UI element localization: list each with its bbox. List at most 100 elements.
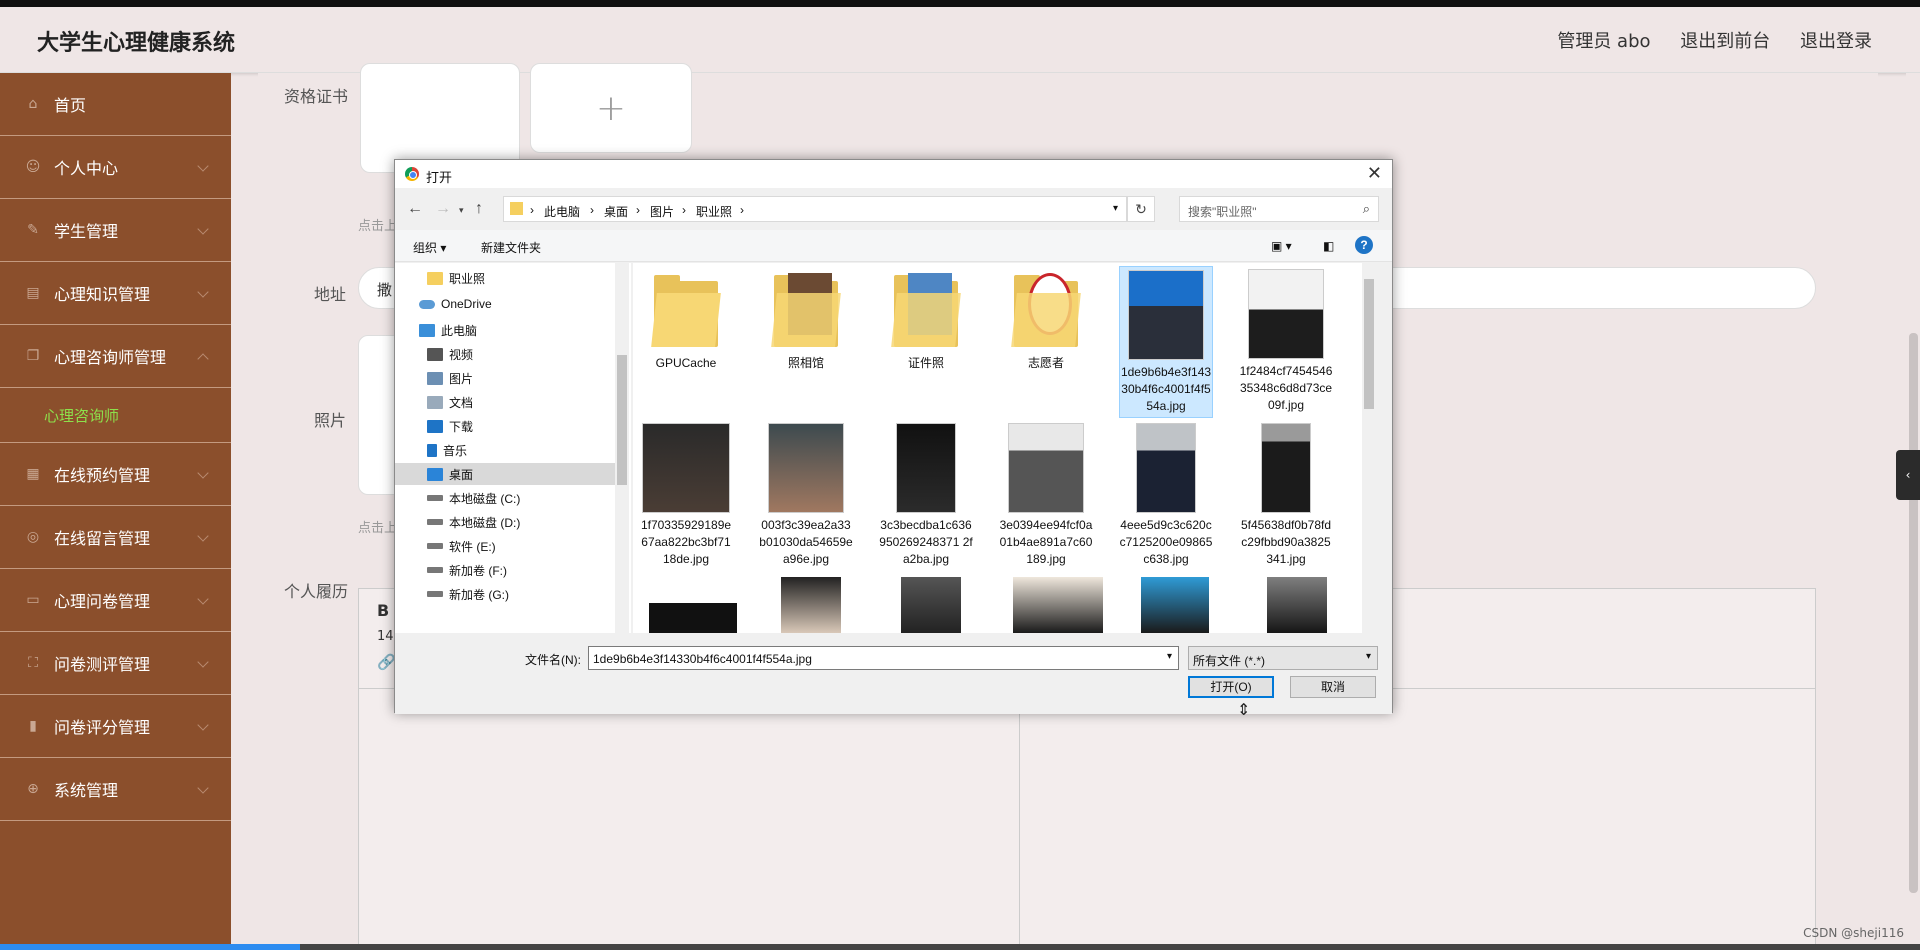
nav-item-videos[interactable]: 视频 — [395, 343, 615, 365]
search-input[interactable]: 搜索"职业照" ⌕ — [1179, 196, 1379, 222]
page-scrollbar[interactable] — [1906, 73, 1920, 950]
file-item-folder[interactable]: 照相馆 — [759, 269, 853, 372]
file-item-image[interactable]: 3e0394ee94fcf0a01b4ae891a7c60189.jpg — [999, 423, 1093, 568]
new-folder-button[interactable]: 新建文件夹 — [481, 239, 541, 256]
filename-input[interactable]: 1de9b6b4e3f14330b4f6c4001f4f554a.jpg ▾ — [588, 646, 1179, 670]
sidebar-item-knowledge[interactable]: ▤ 心理知识管理 — [0, 262, 231, 325]
file-item-image[interactable]: 1f2484cf745454635348c6d8d73ce09f.jpg — [1239, 269, 1333, 414]
chevron-down-icon[interactable]: ▾ — [1366, 651, 1371, 662]
file-item-image[interactable]: 4eee5d9c3c620cc7125200e09865c638.jpg — [1119, 423, 1213, 568]
file-item-folder[interactable]: 证件照 — [879, 269, 973, 372]
sidebar-item-assessments[interactable]: ⛶ 问卷测评管理 — [0, 632, 231, 695]
collapse-tab-icon[interactable]: ‹ — [1896, 450, 1920, 500]
back-arrow-icon[interactable]: ← — [407, 200, 423, 218]
image-thumbnail[interactable] — [649, 603, 737, 633]
nav-item-music[interactable]: 音乐 — [395, 439, 615, 461]
chevron-down-icon[interactable]: ▾ — [1167, 651, 1172, 662]
sidebar-item-scores[interactable]: ▮ 问卷评分管理 — [0, 695, 231, 758]
up-arrow-icon[interactable]: ↑ — [475, 200, 483, 218]
folder-icon — [427, 271, 443, 285]
close-icon[interactable]: ✕ — [1367, 163, 1382, 184]
nav-scrollbar-thumb[interactable] — [617, 355, 627, 485]
nav-label: 图片 — [449, 371, 474, 386]
nav-item-drive-c[interactable]: 本地磁盘 (C:) — [395, 487, 615, 509]
image-thumbnail — [768, 423, 844, 513]
chevron-down-icon — [197, 593, 209, 605]
navigation-pane: 职业照 OneDrive 此电脑 视频 图片 文档 下载 音乐 桌面 本地磁盘 … — [395, 263, 631, 633]
file-item-image[interactable]: 1f70335929189e67aa822bc3bf7118de.jpg — [639, 423, 733, 568]
file-item-image[interactable]: 5f45638df0b78fdc29fbbd90a3825341.jpg — [1239, 423, 1333, 568]
upload-tip: 点击上 — [358, 521, 398, 536]
address-bar[interactable]: › 此电脑 › 桌面 › 图片 › 职业照 › ▾ — [503, 196, 1127, 222]
page-scrollbar-thumb[interactable] — [1909, 333, 1918, 893]
address-value: 撒 — [377, 281, 393, 299]
breadcrumb-item[interactable]: 图片 — [650, 203, 674, 220]
image-thumbnail — [1008, 423, 1084, 513]
cloud-icon — [419, 299, 435, 309]
file-list-scrollbar[interactable] — [1362, 263, 1376, 633]
image-thumbnail[interactable] — [1141, 577, 1209, 633]
breadcrumb-item[interactable]: 桌面 — [604, 203, 628, 220]
help-icon[interactable]: ? — [1355, 236, 1373, 254]
image-thumbnail[interactable] — [781, 577, 841, 633]
breadcrumb-item[interactable]: 此电脑 — [544, 203, 580, 220]
crosshair-icon: ⊕ — [27, 781, 39, 797]
grid-icon: ▦ — [26, 466, 40, 482]
sidebar-item-students[interactable]: ✎ 学生管理 — [0, 199, 231, 262]
forward-arrow-icon[interactable]: → — [435, 200, 451, 218]
file-item-image[interactable]: 003f3c39ea2a33b01030da54659ea96e.jpg — [759, 423, 853, 568]
sidebar-item-appointments[interactable]: ▦ 在线预约管理 — [0, 443, 231, 506]
file-item-folder[interactable]: 志愿者 — [999, 269, 1093, 372]
nav-item-drive-e[interactable]: 软件 (E:) — [395, 535, 615, 557]
font-size-select[interactable]: 14 — [377, 629, 394, 644]
sidebar-subitem-counselor[interactable]: 心理咨询师 — [0, 388, 231, 443]
image-thumbnail[interactable] — [1267, 577, 1327, 633]
file-item-image[interactable]: 3c3becdba1c636950269248371 2fa2ba.jpg — [879, 423, 973, 568]
nav-item-drive-f[interactable]: 新加卷 (F:) — [395, 559, 615, 581]
nav-item-folder[interactable]: 职业照 — [395, 267, 615, 289]
sidebar-item-system[interactable]: ⊕ 系统管理 — [0, 758, 231, 821]
image-thumbnail[interactable] — [901, 577, 961, 633]
to-front-link[interactable]: 退出到前台 — [1680, 31, 1770, 52]
file-name: 照相馆 — [787, 356, 824, 370]
file-item-folder[interactable]: GPUCache — [639, 269, 733, 372]
chevron-down-icon[interactable]: ▾ — [1113, 203, 1118, 214]
nav-item-documents[interactable]: 文档 — [395, 391, 615, 413]
sidebar-item-messages[interactable]: ◎ 在线留言管理 — [0, 506, 231, 569]
open-button[interactable]: 打开(O) — [1188, 676, 1274, 698]
image-thumbnail[interactable] — [1013, 577, 1103, 633]
nav-scrollbar[interactable] — [615, 263, 629, 633]
nav-label: 视频 — [449, 347, 474, 362]
cancel-button[interactable]: 取消 — [1290, 676, 1376, 698]
breadcrumb-item[interactable]: 职业照 — [696, 203, 732, 220]
file-list-scrollbar-thumb[interactable] — [1364, 279, 1374, 409]
nav-item-onedrive[interactable]: OneDrive — [395, 293, 615, 315]
nav-item-this-pc[interactable]: 此电脑 — [395, 319, 615, 341]
filetype-select[interactable]: 所有文件 (*.*) ▾ — [1188, 646, 1378, 670]
chevron-up-icon — [197, 353, 209, 365]
organize-button[interactable]: 组织 ▾ — [413, 239, 446, 256]
bold-button[interactable]: B — [377, 601, 389, 620]
cert-upload-button[interactable]: + — [530, 63, 692, 153]
drive-icon — [427, 495, 443, 501]
nav-item-pictures[interactable]: 图片 — [395, 367, 615, 389]
nav-item-desktop[interactable]: 桌面 — [395, 463, 615, 485]
link-icon[interactable]: 🔗 — [377, 653, 396, 671]
sidebar-item-label: 学生管理 — [54, 222, 119, 241]
refresh-icon[interactable]: ↻ — [1127, 196, 1155, 222]
file-item-image-selected[interactable]: 1de9b6b4e3f14330b4f6c4001f4f554a.jpg — [1119, 266, 1213, 418]
desktop-icon — [427, 467, 443, 481]
sidebar-item-home[interactable]: ⌂ 首页 — [0, 73, 231, 136]
sidebar-item-counselors[interactable]: ❐ 心理咨询师管理 — [0, 325, 231, 388]
recent-dropdown-icon[interactable]: ▾ — [459, 205, 464, 216]
nav-label: 本地磁盘 (C:) — [449, 491, 521, 506]
nav-item-drive-d[interactable]: 本地磁盘 (D:) — [395, 511, 615, 533]
sidebar-item-profile[interactable]: ☺ 个人中心 — [0, 136, 231, 199]
sidebar-item-questionnaires[interactable]: ▭ 心理问卷管理 — [0, 569, 231, 632]
view-options-icon[interactable]: ▣ ▾ — [1271, 239, 1292, 253]
nav-item-drive-g[interactable]: 新加卷 (G:) — [395, 583, 615, 605]
nav-label: OneDrive — [441, 297, 492, 311]
logout-link[interactable]: 退出登录 — [1800, 31, 1872, 52]
nav-item-downloads[interactable]: 下载 — [395, 415, 615, 437]
preview-pane-icon[interactable]: ◧ — [1323, 239, 1334, 253]
